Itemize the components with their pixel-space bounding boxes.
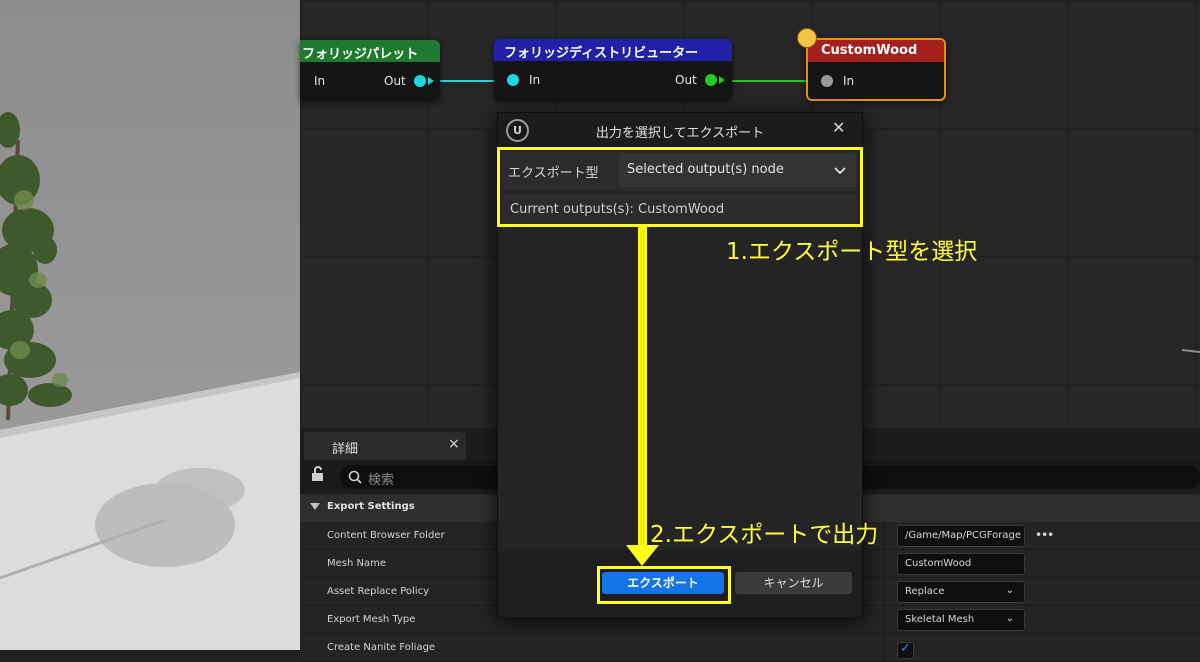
step1-annotation: 1.エクスポート型を選択 bbox=[726, 239, 978, 265]
step2-annotation: 2.エクスポートで出力 bbox=[650, 522, 879, 548]
annotation-arrow bbox=[626, 227, 659, 566]
